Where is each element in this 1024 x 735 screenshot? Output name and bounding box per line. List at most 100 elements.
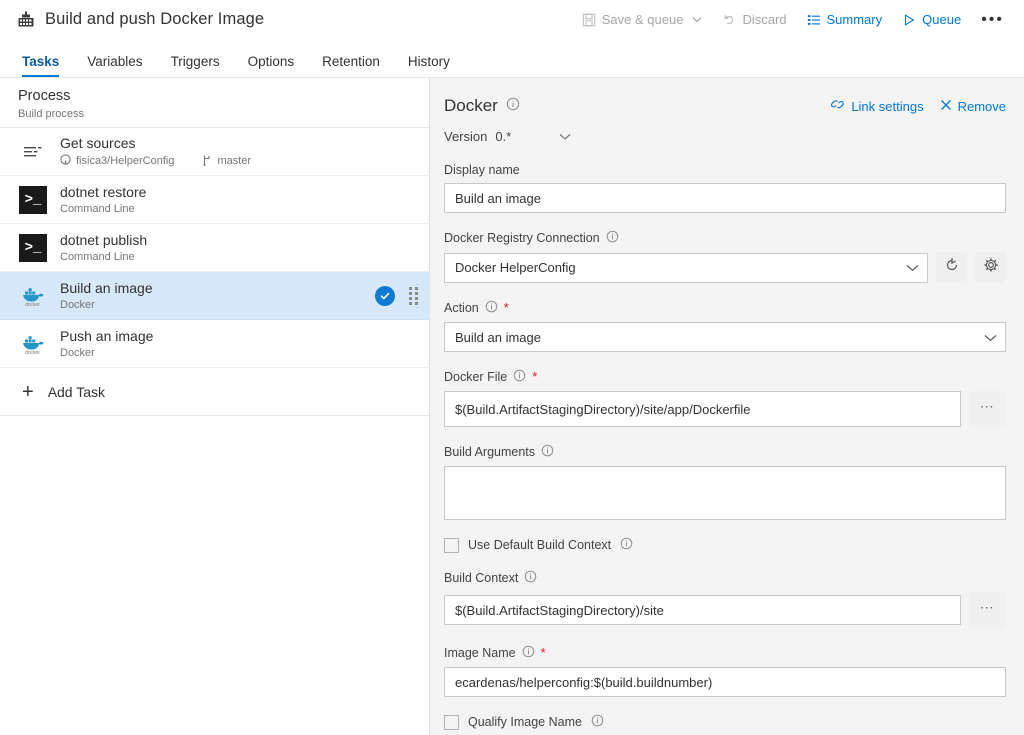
task-text: Push an image Docker xyxy=(60,328,419,359)
field-registry-connection: Docker Registry Connection Docker Helper… xyxy=(444,230,1006,283)
chevron-down-icon[interactable] xyxy=(692,16,702,23)
info-icon[interactable] xyxy=(620,537,633,553)
save-icon xyxy=(582,13,596,27)
use-default-build-context-checkbox[interactable] xyxy=(444,537,459,553)
info-icon[interactable] xyxy=(513,369,526,385)
plus-icon: + xyxy=(22,380,34,403)
docker-file-input[interactable]: $(Build.ArtifactStagingDirectory)/site/a… xyxy=(444,391,961,427)
build-context-browse-button[interactable]: ⋯ xyxy=(969,592,1006,628)
build-context-input[interactable]: $(Build.ArtifactStagingDirectory)/site xyxy=(444,595,961,625)
action-select[interactable]: Build an image xyxy=(444,322,1006,352)
registry-connection-select[interactable]: Docker HelperConfig xyxy=(444,252,928,283)
repo-info: fisica3/HelperConfig xyxy=(60,154,174,168)
details-header: Docker Link settings Remove xyxy=(444,96,1006,116)
remove-task-button[interactable]: Remove xyxy=(940,99,1006,114)
task-text: dotnet restore Command Line xyxy=(60,184,419,215)
field-action: Action * Build an image xyxy=(444,300,1006,352)
command-line-glyph: >_ xyxy=(19,185,47,214)
task-subtitle: Docker xyxy=(60,347,95,359)
field-build-arguments: Build Arguments xyxy=(444,444,1006,520)
azure-devops-build-editor: Build and push Docker Image Save & queue xyxy=(0,0,1024,735)
command-line-glyph: >_ xyxy=(19,233,47,262)
summary-button[interactable]: Summary xyxy=(797,8,893,31)
version-value: 0.* xyxy=(495,129,512,144)
docker-file-browse-button[interactable]: ⋯ xyxy=(969,391,1006,427)
action-label-text: Action xyxy=(444,301,479,315)
add-task-button[interactable]: + Add Task xyxy=(0,368,429,416)
process-header[interactable]: Process Build process xyxy=(0,78,429,128)
link-icon xyxy=(830,98,845,114)
sidebar-item-push-an-image[interactable]: docker Push an image Docker xyxy=(0,320,429,368)
tab-retention[interactable]: Retention xyxy=(308,54,394,77)
sidebar-item-dotnet-restore[interactable]: >_ dotnet restore Command Line xyxy=(0,176,429,224)
task-name: Build an image xyxy=(60,280,153,296)
info-icon[interactable] xyxy=(522,645,535,661)
display-name-label: Display name xyxy=(444,163,1006,177)
info-icon[interactable] xyxy=(506,96,520,116)
build-arguments-textarea[interactable] xyxy=(444,466,1006,520)
undo-icon xyxy=(722,13,736,27)
sidebar-item-dotnet-publish[interactable]: >_ dotnet publish Command Line xyxy=(0,224,429,272)
sidebar-item-get-sources[interactable]: Get sources fisica3/HelperConfig master xyxy=(0,128,429,176)
version-dropdown[interactable]: 0.* xyxy=(495,127,571,146)
action-row: Build an image xyxy=(444,322,1006,352)
discard-button[interactable]: Discard xyxy=(712,8,796,31)
build-definition-icon xyxy=(16,9,36,29)
image-name-label: Image Name * xyxy=(444,645,1006,661)
task-subtitle: Command Line xyxy=(60,203,135,215)
docker-whale-icon: docker xyxy=(18,329,48,359)
sidebar-item-build-an-image[interactable]: docker Build an image Docker xyxy=(0,272,429,320)
qualify-image-name-checkbox[interactable] xyxy=(444,714,459,730)
more-options-button[interactable]: ••• xyxy=(971,10,1014,30)
task-details-panel: Docker Link settings Remove Version 0.* … xyxy=(430,78,1024,735)
info-icon[interactable] xyxy=(606,230,619,246)
tab-triggers[interactable]: Triggers xyxy=(157,54,234,77)
task-enabled-check-icon[interactable] xyxy=(375,285,395,306)
info-icon[interactable] xyxy=(485,300,498,316)
queue-button[interactable]: Queue xyxy=(892,8,971,31)
chevron-down-icon xyxy=(906,260,919,275)
build-arguments-label-text: Build Arguments xyxy=(444,445,536,459)
required-marker: * xyxy=(540,645,546,660)
image-name-label-text: Image Name xyxy=(444,646,516,660)
docker-file-label: Docker File * xyxy=(444,369,1006,385)
tab-bar: Tasks Variables Triggers Options Retenti… xyxy=(0,45,1024,78)
discard-label: Discard xyxy=(742,12,787,27)
task-name: Push an image xyxy=(60,328,154,344)
qualify-image-name-label: Qualify Image Name xyxy=(468,715,582,729)
build-context-label-text: Build Context xyxy=(444,571,519,585)
tab-retention-label: Retention xyxy=(322,54,380,69)
registry-connection-value: Docker HelperConfig xyxy=(455,260,576,275)
task-name: dotnet restore xyxy=(60,184,147,200)
build-arguments-label: Build Arguments xyxy=(444,444,1006,460)
display-name-row: Build an image xyxy=(444,183,1006,213)
image-name-input[interactable]: ecardenas/helperconfig:$(build.buildnumb… xyxy=(444,667,1006,697)
tab-options[interactable]: Options xyxy=(234,54,309,77)
manage-connections-button[interactable] xyxy=(975,252,1006,283)
info-icon[interactable] xyxy=(591,714,604,730)
link-settings-label: Link settings xyxy=(851,98,924,114)
info-icon[interactable] xyxy=(541,444,554,460)
branch-info: master xyxy=(202,154,251,169)
chevron-down-icon xyxy=(559,129,571,144)
summary-list-icon xyxy=(807,13,821,27)
command-line-icon: >_ xyxy=(18,185,48,215)
tab-tasks-label: Tasks xyxy=(22,54,60,69)
field-build-context: Build Context $(Build.ArtifactStagingDir… xyxy=(444,570,1006,628)
save-and-queue-button[interactable]: Save & queue xyxy=(572,8,713,31)
tab-tasks[interactable]: Tasks xyxy=(18,54,73,77)
tab-history[interactable]: History xyxy=(394,54,464,77)
task-text: dotnet publish Command Line xyxy=(60,232,419,263)
build-context-row: $(Build.ArtifactStagingDirectory)/site ⋯ xyxy=(444,592,1006,628)
display-name-input[interactable]: Build an image xyxy=(444,183,1006,213)
header-actions: Save & queue Discard Summary Queue ••• xyxy=(572,8,1014,31)
task-text: Get sources fisica3/HelperConfig master xyxy=(60,135,419,169)
required-marker: * xyxy=(532,369,538,384)
tab-variables[interactable]: Variables xyxy=(73,54,156,77)
info-icon[interactable] xyxy=(524,570,537,586)
qualify-image-name-checkbox-row[interactable]: Qualify Image Name xyxy=(444,714,1006,730)
link-settings-button[interactable]: Link settings xyxy=(830,98,924,114)
refresh-connections-button[interactable] xyxy=(936,252,967,283)
use-default-build-context-checkbox-row[interactable]: Use Default Build Context xyxy=(444,537,1006,553)
drag-handle-icon[interactable] xyxy=(407,286,419,306)
